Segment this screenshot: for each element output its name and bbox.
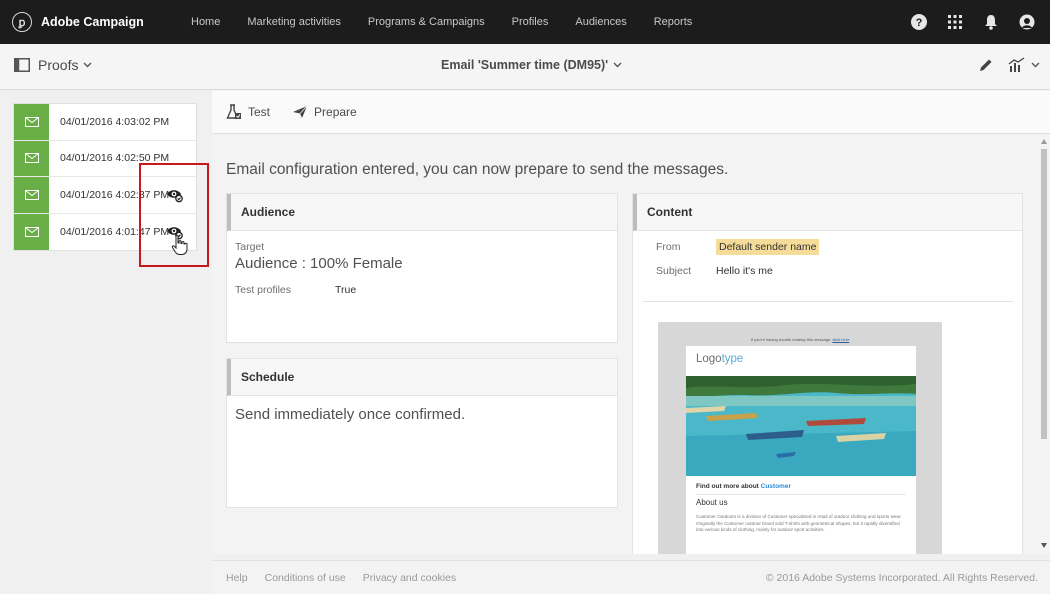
chevron-down-icon [613, 62, 622, 68]
email-preview[interactable]: If you're having trouble reading this me… [658, 322, 942, 554]
preview-email-body: Logotype Find out more about Customer Ab… [686, 346, 916, 554]
proofs-panel-toggle[interactable]: Proofs [14, 57, 92, 73]
nav-item-home[interactable]: Home [191, 16, 220, 28]
proof-item[interactable]: 04/01/2016 4:01:47 PM [14, 213, 196, 250]
content-card: Content From Default sender name Subject… [632, 193, 1023, 554]
proof-date: 04/01/2016 4:02:37 PM [60, 188, 170, 201]
chevron-down-icon [1031, 62, 1040, 68]
proof-date: 04/01/2016 4:01:47 PM [60, 225, 170, 238]
test-profiles-value: True [335, 284, 357, 296]
delivery-title-dropdown[interactable]: Email 'Summer time (DM95)' [441, 58, 622, 72]
proof-item[interactable]: 04/01/2016 4:03:02 PM [14, 104, 196, 141]
paper-plane-icon [293, 105, 308, 118]
footer-link-conditions[interactable]: Conditions of use [265, 572, 346, 584]
schedule-card-title: Schedule [227, 359, 617, 396]
target-value[interactable]: Audience : 100% Female [235, 255, 617, 272]
prepare-button[interactable]: Prepare [292, 105, 357, 119]
proofs-list: 04/01/2016 4:03:02 PM 04/01/2016 4:02:50… [13, 103, 197, 251]
nav-item-programs-campaigns[interactable]: Programs & Campaigns [368, 16, 485, 28]
proof-item[interactable]: 04/01/2016 4:02:37 PM [14, 177, 196, 214]
preview-about-title: About us [696, 494, 906, 510]
sub-header: Proofs Email 'Summer time (DM95)' [0, 44, 1050, 90]
scrollbar-thumb[interactable] [1041, 149, 1047, 439]
subject-value: Hello it's me [716, 265, 773, 277]
preview-logo: Logotype [696, 353, 744, 365]
report-chart-icon [1008, 57, 1025, 72]
test-flask-icon [226, 104, 241, 119]
schedule-value: Send immediately once confirmed. [235, 406, 466, 423]
preview-find-more: Find out more about Customer [696, 483, 791, 490]
apps-grid-icon[interactable] [946, 13, 964, 31]
preview-about-text: Customer Outdoors is a division of Custo… [696, 514, 902, 532]
footer-link-help[interactable]: Help [226, 572, 248, 584]
brand[interactable]: ꝑ Adobe Campaign [0, 12, 191, 32]
prepare-label: Prepare [314, 105, 357, 119]
report-menu[interactable] [1008, 57, 1040, 73]
user-avatar-icon[interactable] [1018, 13, 1036, 31]
from-value: Default sender name [716, 239, 820, 255]
proof-date: 04/01/2016 4:02:50 PM [60, 152, 170, 165]
adobe-campaign-logo-icon: ꝑ [12, 12, 32, 32]
vertical-scrollbar[interactable] [1038, 135, 1050, 554]
nav-item-audiences[interactable]: Audiences [575, 16, 626, 28]
audience-card-title: Audience [227, 194, 617, 231]
copyright: © 2016 Adobe Systems Incorporated. All R… [765, 571, 1038, 584]
nav-item-marketing-activities[interactable]: Marketing activities [247, 16, 341, 28]
status-headline: Email configuration entered, you can now… [226, 161, 729, 178]
top-navigation-bar: ꝑ Adobe Campaign Home Marketing activiti… [0, 0, 1050, 44]
proof-item[interactable]: 04/01/2016 4:02:50 PM [14, 140, 196, 177]
divider [643, 301, 1013, 302]
email-icon [14, 104, 49, 140]
preview-top-line: If you're having trouble reading this me… [750, 337, 850, 342]
email-icon [14, 177, 49, 213]
scroll-down-arrow-icon[interactable] [1041, 543, 1047, 548]
main-content: Email configuration entered, you can now… [212, 135, 1038, 554]
footer-link-privacy[interactable]: Privacy and cookies [363, 572, 456, 584]
preview-beach-image [686, 376, 916, 476]
notifications-bell-icon[interactable] [982, 13, 1000, 31]
proofs-label: Proofs [38, 57, 79, 73]
test-label: Test [248, 105, 271, 119]
pointer-hand-cursor-icon [171, 234, 188, 255]
test-profiles-label: Test profiles [235, 284, 292, 296]
email-icon [14, 140, 49, 176]
nav-item-profiles[interactable]: Profiles [512, 16, 549, 28]
panel-toggle-icon [14, 58, 30, 72]
help-icon[interactable]: ? [910, 13, 928, 31]
app-name: Adobe Campaign [41, 15, 144, 29]
chevron-down-icon [83, 62, 92, 68]
content-card-title: Content [633, 194, 1022, 231]
from-label: From [656, 241, 681, 253]
test-button[interactable]: Test [226, 104, 270, 120]
edit-pencil-icon[interactable] [978, 57, 994, 73]
proof-date: 04/01/2016 4:03:02 PM [60, 115, 170, 128]
page-title: Email 'Summer time (DM95)' [441, 58, 609, 72]
footer: Help Conditions of use Privacy and cooki… [212, 560, 1050, 594]
schedule-card: Schedule Send immediately once confirmed… [226, 358, 618, 508]
view-proof-eye-icon[interactable] [166, 187, 184, 203]
audience-card: Audience Target Audience : 100% Female T… [226, 193, 618, 343]
target-label: Target [235, 241, 265, 253]
main-toolbar: Test Prepare [212, 91, 1050, 134]
email-icon [14, 213, 49, 250]
svg-text:?: ? [916, 17, 923, 29]
main-nav: Home Marketing activities Programs & Cam… [191, 16, 719, 28]
scroll-up-arrow-icon[interactable] [1041, 139, 1047, 144]
subject-label: Subject [656, 265, 692, 277]
nav-item-reports[interactable]: Reports [654, 16, 693, 28]
